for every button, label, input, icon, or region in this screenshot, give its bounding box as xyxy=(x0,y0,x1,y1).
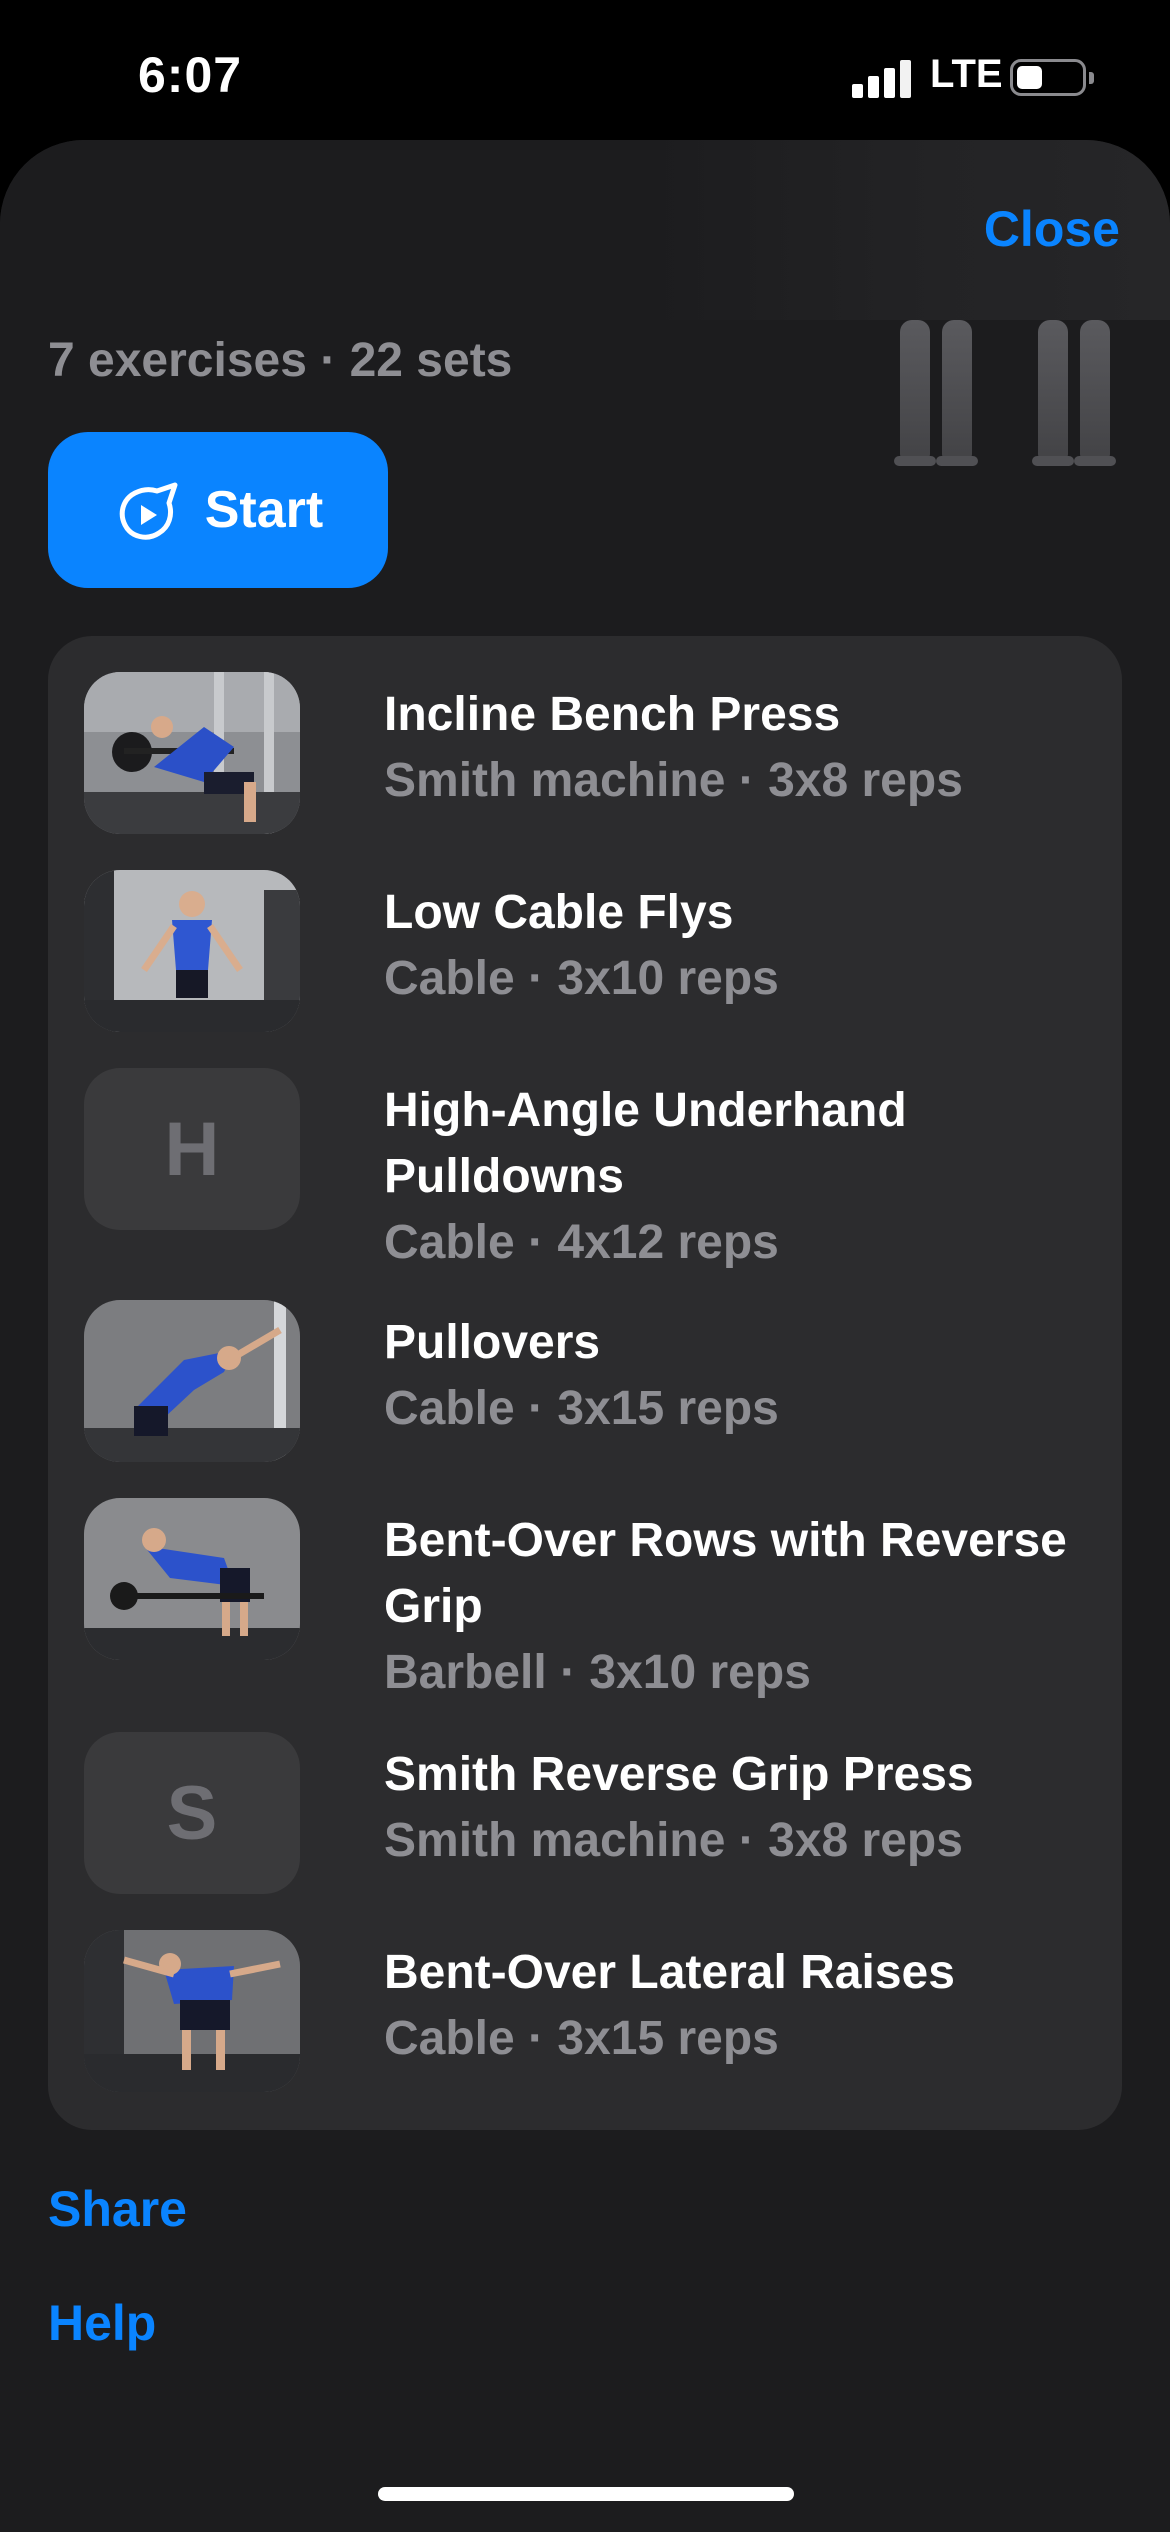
exercise-thumbnail xyxy=(84,672,300,834)
workout-sheet: Close 7 exercises · 22 sets Start Inclin… xyxy=(0,140,1170,2532)
exercise-meta: Cable · 3x15 reps xyxy=(384,1382,779,1435)
exercise-thumbnail xyxy=(84,870,300,1032)
exercise-name: High-Angle Underhand Pulldowns xyxy=(384,1084,907,1203)
exercise-thumbnail: H xyxy=(84,1068,300,1230)
exercise-meta: Cable · 3x15 reps xyxy=(384,2012,779,2065)
exercise-thumbnail xyxy=(84,1300,300,1462)
help-link[interactable]: Help xyxy=(48,2294,156,2352)
muscle-map-icon xyxy=(870,320,1130,466)
battery-icon xyxy=(1010,59,1094,96)
home-indicator[interactable] xyxy=(378,2487,794,2501)
exercise-thumbnail: S xyxy=(84,1732,300,1894)
exercise-initial: S xyxy=(166,1770,218,1856)
exercise-name: Bent-Over Lateral Raises xyxy=(384,1946,955,1999)
exercise-meta: Barbell · 3x10 reps xyxy=(384,1646,811,1699)
exercise-initial: H xyxy=(164,1106,220,1192)
exercise-name: Pullovers xyxy=(384,1316,601,1369)
exercise-name: Low Cable Flys xyxy=(384,886,734,939)
network-label: LTE xyxy=(930,52,1003,96)
exercise-name: Smith Reverse Grip Press xyxy=(384,1748,974,1801)
start-rocket-icon xyxy=(119,482,178,540)
exercise-list: Incline Bench Press Smith machine · 3x8 … xyxy=(48,636,1122,2130)
start-button[interactable]: Start xyxy=(48,432,388,588)
exercise-meta: Cable · 4x12 reps xyxy=(384,1216,779,1269)
status-time: 6:07 xyxy=(138,47,243,103)
exercise-thumbnail xyxy=(84,1498,300,1660)
exercise-name: Bent-Over Rows with Reverse Grip xyxy=(384,1514,1067,1633)
close-button[interactable]: Close xyxy=(984,200,1120,258)
workout-summary: 7 exercises · 22 sets xyxy=(48,334,513,387)
start-button-label: Start xyxy=(204,481,324,539)
share-link[interactable]: Share xyxy=(48,2180,187,2238)
exercise-meta: Smith machine · 3x8 reps xyxy=(384,754,963,807)
exercise-thumbnail xyxy=(84,1930,300,2092)
screen: 6:07 LTE Close 7 exercises · 22 sets Sta… xyxy=(0,0,1170,2532)
exercise-meta: Smith machine · 3x8 reps xyxy=(384,1814,963,1867)
exercise-meta: Cable · 3x10 reps xyxy=(384,952,779,1005)
exercise-name: Incline Bench Press xyxy=(384,688,841,741)
signal-icon xyxy=(852,58,912,98)
status-bar: 6:07 LTE xyxy=(0,0,1170,140)
